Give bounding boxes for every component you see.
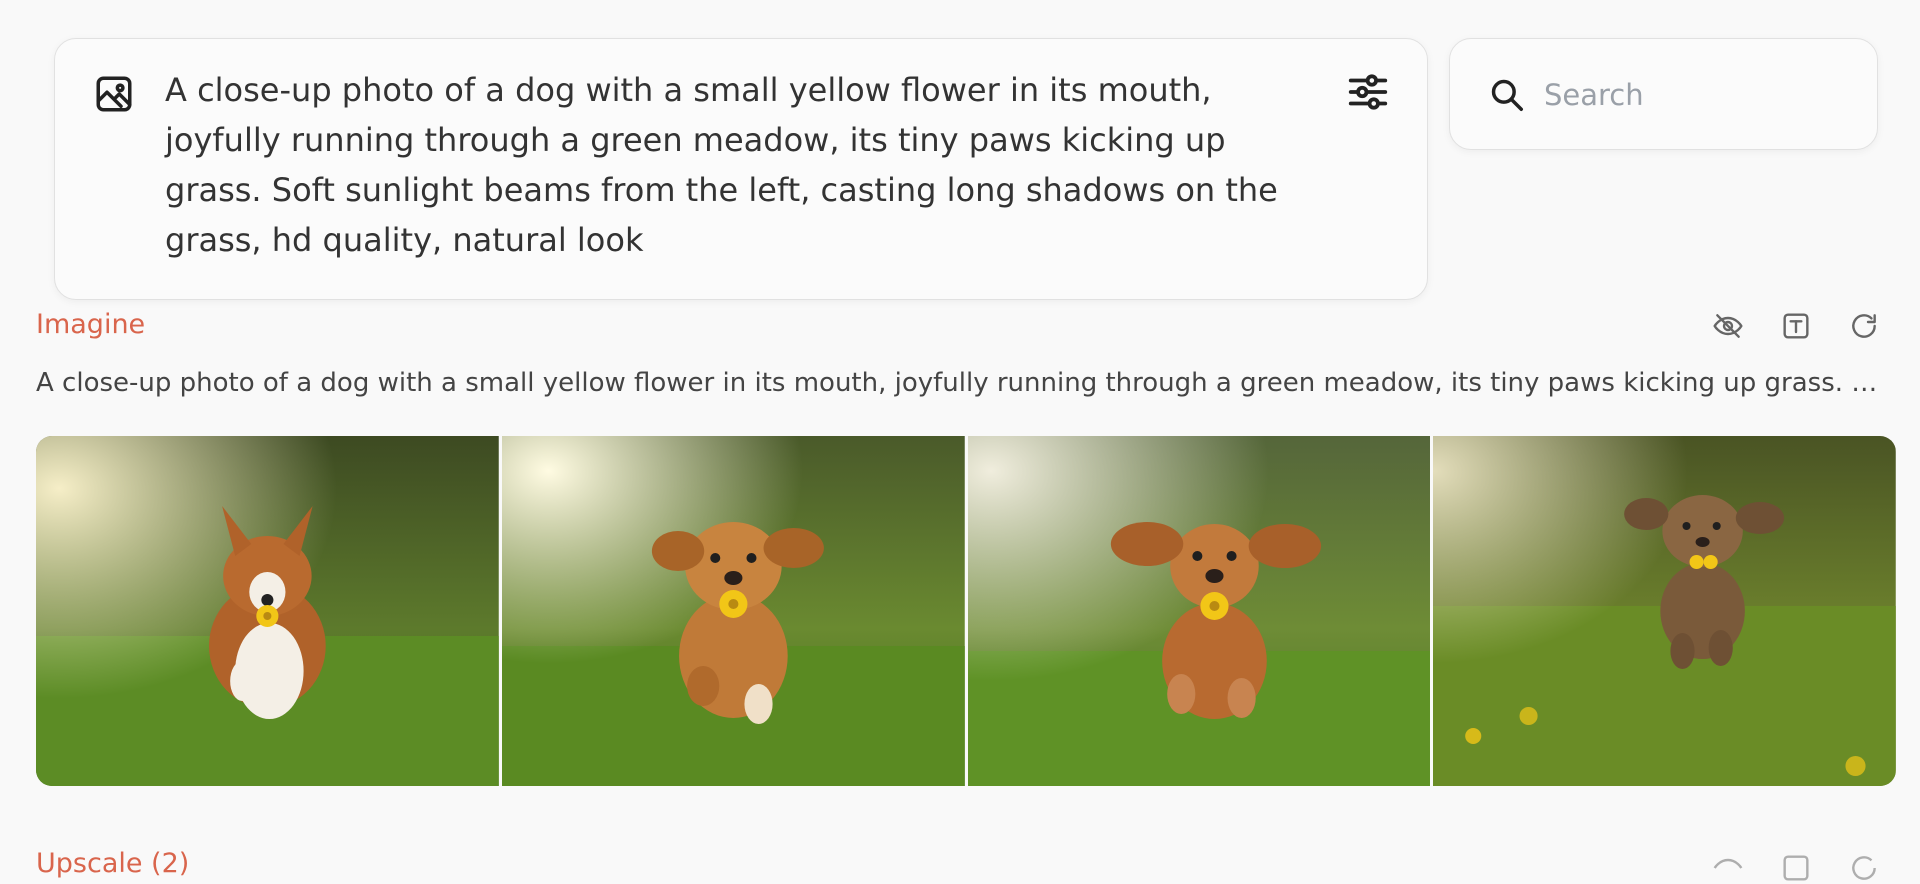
eye-off-icon[interactable] — [1712, 310, 1744, 342]
image-gallery — [36, 436, 1896, 786]
eye-off-icon[interactable] — [1712, 852, 1744, 884]
generated-image-1[interactable] — [36, 436, 499, 786]
next-section-actions — [1712, 852, 1880, 884]
refresh-icon[interactable] — [1848, 310, 1880, 342]
sliders-icon[interactable] — [1345, 69, 1391, 115]
text-icon[interactable] — [1780, 310, 1812, 342]
search-box[interactable] — [1449, 38, 1878, 150]
section-actions — [1712, 310, 1880, 342]
search-icon — [1491, 79, 1523, 111]
search-input[interactable] — [1542, 69, 1846, 121]
image-icon — [96, 76, 132, 112]
prompt-text[interactable]: A close-up photo of a dog with a small y… — [165, 65, 1295, 265]
section-label-upscale: Upscale (2) — [36, 848, 190, 879]
section-label-imagine: Imagine — [36, 309, 146, 340]
prompt-box[interactable]: A close-up photo of a dog with a small y… — [54, 38, 1428, 300]
result-caption: A close-up photo of a dog with a small y… — [36, 368, 1886, 398]
generated-image-3[interactable] — [967, 436, 1431, 786]
text-icon[interactable] — [1780, 852, 1812, 884]
refresh-icon[interactable] — [1848, 852, 1880, 884]
generated-image-2[interactable] — [501, 436, 965, 786]
generated-image-4[interactable] — [1433, 436, 1896, 786]
